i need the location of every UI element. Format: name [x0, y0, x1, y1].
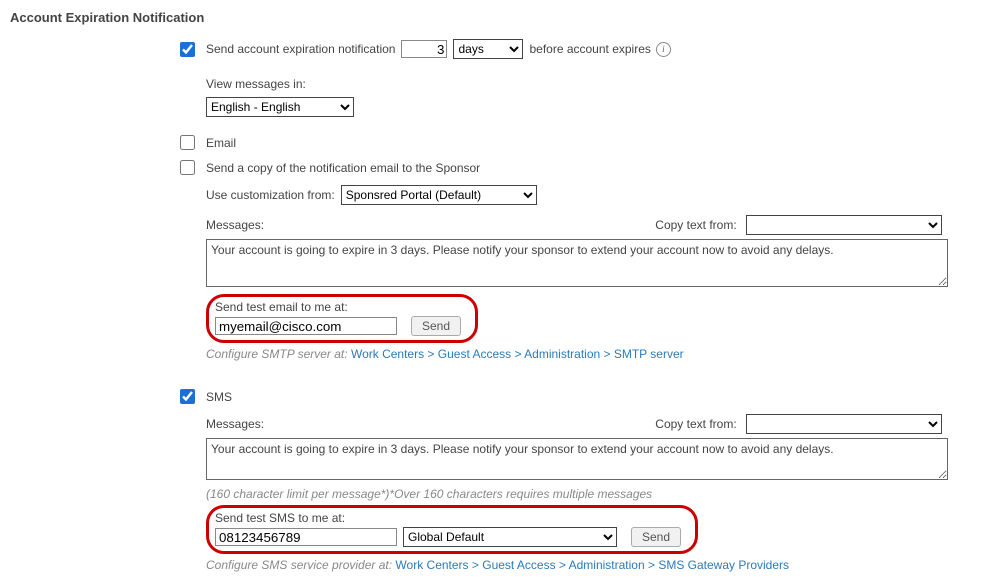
language-select[interactable]: English - English	[206, 97, 354, 117]
sms-test-highlight: Send test SMS to me at: Global Default S…	[206, 505, 698, 554]
send-copy-row: Send a copy of the notification email to…	[180, 160, 940, 175]
email-message-textarea[interactable]: Your account is going to expire in 3 day…	[206, 239, 948, 287]
sms-label: SMS	[206, 390, 232, 404]
sms-message-textarea[interactable]: Your account is going to expire in 3 day…	[206, 438, 948, 480]
email-test-highlight: Send test email to me at: Send	[206, 294, 478, 343]
email-test-input[interactable]	[215, 317, 397, 335]
sms-send-button[interactable]: Send	[631, 527, 681, 547]
sms-test-input[interactable]	[215, 528, 397, 546]
email-messages-label: Messages:	[206, 218, 264, 232]
expiration-unit-select[interactable]: days	[453, 39, 523, 59]
sms-config-link[interactable]: Work Centers > Guest Access > Administra…	[395, 558, 789, 572]
email-test-section: Send test email to me at: Send Configure…	[206, 290, 940, 361]
sms-row: SMS	[180, 389, 940, 404]
email-config-prefix: Configure SMTP server at:	[206, 347, 348, 361]
sms-provider-select[interactable]: Global Default	[403, 527, 617, 547]
sms-messages-block: Messages: Copy text from: Your account i…	[206, 414, 940, 501]
form-area: Send account expiration notification day…	[180, 39, 940, 572]
email-config-link[interactable]: Work Centers > Guest Access > Administra…	[351, 347, 684, 361]
expiration-number-input[interactable]	[401, 40, 447, 58]
sms-copy-from-select[interactable]	[746, 414, 942, 434]
send-copy-checkbox[interactable]	[180, 160, 195, 175]
email-copy-from-select[interactable]	[746, 215, 942, 235]
view-messages-label: View messages in:	[206, 77, 940, 91]
email-send-button[interactable]: Send	[411, 316, 461, 336]
email-row: Email	[180, 135, 940, 150]
send-notification-row: Send account expiration notification day…	[180, 39, 940, 59]
email-messages-block: Messages: Copy text from: Your account i…	[206, 215, 940, 290]
sms-config-prefix: Configure SMS service provider at:	[206, 558, 392, 572]
email-label: Email	[206, 136, 236, 150]
customization-label: Use customization from:	[206, 188, 335, 202]
page-title: Account Expiration Notification	[10, 10, 989, 25]
send-copy-label: Send a copy of the notification email to…	[206, 161, 480, 175]
send-notification-checkbox[interactable]	[180, 42, 195, 57]
send-notification-label-post: before account expires	[529, 42, 650, 56]
customization-select[interactable]: Sponsred Portal (Default)	[341, 185, 537, 205]
view-messages-block: View messages in: English - English	[206, 77, 940, 117]
sms-copy-from-label: Copy text from:	[655, 417, 736, 431]
email-checkbox[interactable]	[180, 135, 195, 150]
email-config-line: Configure SMTP server at: Work Centers >…	[206, 347, 940, 361]
email-test-label: Send test email to me at:	[215, 300, 461, 314]
sms-test-section: Send test SMS to me at: Global Default S…	[206, 501, 940, 572]
sms-messages-label: Messages:	[206, 417, 264, 431]
send-notification-label-pre: Send account expiration notification	[206, 42, 395, 56]
customization-row: Use customization from: Sponsred Portal …	[206, 185, 940, 205]
sms-limit-note: (160 character limit per message*)*Over …	[206, 487, 940, 501]
email-copy-from-label: Copy text from:	[655, 218, 736, 232]
sms-test-label: Send test SMS to me at:	[215, 511, 681, 525]
info-icon[interactable]: i	[656, 42, 671, 57]
sms-checkbox[interactable]	[180, 389, 195, 404]
sms-config-line: Configure SMS service provider at: Work …	[206, 558, 940, 572]
